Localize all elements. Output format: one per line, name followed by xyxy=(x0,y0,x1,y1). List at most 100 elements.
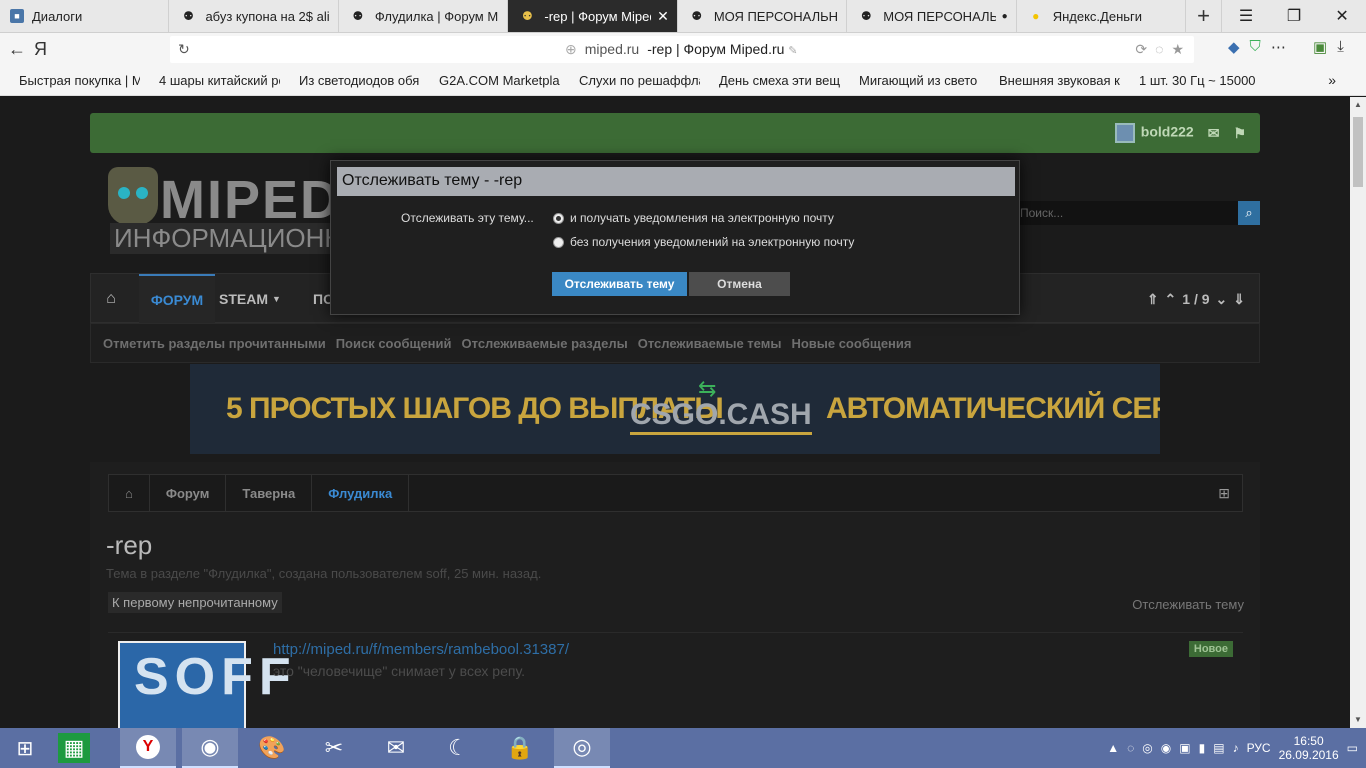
paint-icon[interactable]: 🎨 xyxy=(244,728,300,768)
post-link[interactable]: http://miped.ru/f/members/rambebool.3138… xyxy=(273,641,569,658)
windows-start-icon[interactable]: ⊞ xyxy=(0,728,50,768)
back-arrow-icon[interactable]: ← xyxy=(0,39,34,60)
watched-forums-link[interactable]: Отслеживаемые разделы xyxy=(462,336,628,351)
tab-yandex-money[interactable]: ● Яндекс.Деньги xyxy=(1017,0,1187,32)
tray-battery-icon[interactable]: ▮ xyxy=(1199,741,1206,755)
tab-title: -rep | Форум Miped xyxy=(544,8,652,24)
steam-icon[interactable]: ◉ xyxy=(182,728,238,768)
notifications-icon[interactable]: ▭ xyxy=(1347,741,1358,755)
first-unread-button[interactable]: К первому непрочитанному xyxy=(108,592,282,613)
close-window-icon[interactable]: ✕ xyxy=(1318,0,1366,32)
new-tab-button[interactable]: + xyxy=(1186,0,1223,32)
edit-pencil-icon[interactable]: ✎ xyxy=(788,45,797,57)
watch-thread-button[interactable]: Отслеживать тему xyxy=(552,272,687,296)
reload-icon[interactable]: ↻ xyxy=(178,41,190,58)
ad-banner[interactable]: 5 ПРОСТЫХ ШАГОВ ДО ВЫПЛАТЫ ⇆ CSGO.CASH А… xyxy=(190,364,1160,454)
bookmark-item[interactable]: Быстрая покупка | М xyxy=(0,73,140,88)
app-c-icon[interactable]: ☾ xyxy=(430,728,486,768)
store-icon[interactable]: ▦ xyxy=(58,733,90,763)
page-scrollbar[interactable]: ▲ ▼ xyxy=(1350,97,1366,728)
bookmark-item[interactable]: Слухи по решаффла xyxy=(560,73,700,88)
scroll-up-icon[interactable]: ▲ xyxy=(1354,100,1362,109)
menu-icon[interactable]: ☰ xyxy=(1222,0,1270,32)
page-counter[interactable]: 1 / 9 xyxy=(1182,291,1209,307)
adguard-shield-icon[interactable]: ⛉ xyxy=(1250,38,1261,56)
scrollbar-thumb[interactable] xyxy=(1353,117,1363,187)
tab-abuz[interactable]: ⚉ абуз купона на 2$ alie xyxy=(169,0,339,32)
home-icon[interactable]: ⌂ xyxy=(91,274,131,324)
cancel-button[interactable]: Отмена xyxy=(689,272,790,296)
mark-forums-read-link[interactable]: Отметить разделы прочитанными xyxy=(103,336,326,351)
search-messages-link[interactable]: Поиск сообщений xyxy=(336,336,452,351)
tray-expand-icon[interactable]: ▲ xyxy=(1107,741,1119,755)
option-with-email[interactable]: и получать уведомления на электронную по… xyxy=(553,211,834,225)
search-icon[interactable]: ⌕ xyxy=(1238,201,1260,225)
breadcrumb-item-current[interactable]: Флудилка xyxy=(312,474,410,512)
address-input[interactable]: ↻ ⊕ miped.ru -rep | Форум Miped.ru ✎ ⟳ ◌ ★ xyxy=(170,36,1194,63)
yandex-logo[interactable]: Я xyxy=(34,39,62,60)
watched-threads-link[interactable]: Отслеживаемые темы xyxy=(638,336,782,351)
breadcrumb-item[interactable]: Форум xyxy=(150,474,227,512)
sync-icon[interactable]: ⟳ xyxy=(1135,41,1147,58)
restore-window-icon[interactable]: ❐ xyxy=(1270,0,1318,32)
tray-torrent-icon[interactable]: ◎ xyxy=(1142,741,1152,755)
more-icon[interactable]: ⋯ xyxy=(1271,38,1286,56)
language-indicator[interactable]: РУС xyxy=(1247,741,1271,755)
volume-icon[interactable]: ♪ xyxy=(1233,741,1239,755)
snipping-tool-icon[interactable]: ✂ xyxy=(306,728,362,768)
dota-extension-icon[interactable]: ◆ xyxy=(1228,38,1240,56)
tray-steam-icon[interactable]: ◉ xyxy=(1161,741,1171,755)
breadcrumb-home-icon[interactable]: ⌂ xyxy=(109,474,150,512)
tab-steam[interactable]: STEAM ▼ xyxy=(219,274,281,324)
bookmark-item[interactable]: 4 шары китайский ре xyxy=(140,73,280,88)
tray-network-icon[interactable]: ▣ xyxy=(1179,741,1190,755)
envelope-icon[interactable]: ✉ xyxy=(1208,125,1220,142)
search-input[interactable]: Поиск... xyxy=(1010,201,1238,225)
tab-personal-2[interactable]: ⚉ МОЯ ПЕРСОНАЛЬН ● xyxy=(847,0,1017,32)
first-page-icon[interactable]: ⇑ xyxy=(1147,291,1159,308)
radio-selected[interactable] xyxy=(553,212,564,224)
system-tray: ▲ ◌ ◎ ◉ ▣ ▮ ▤ ♪ РУС 16:50 26.09.2016 ▭ xyxy=(1107,728,1366,768)
gallery-icon[interactable]: ▣ xyxy=(1313,38,1327,56)
download-icon[interactable]: ⤓ xyxy=(1337,38,1344,56)
scroll-down-icon[interactable]: ▼ xyxy=(1354,715,1362,724)
tab-fludilka[interactable]: ⚉ Флудилка | Форум Mip xyxy=(339,0,509,32)
lock-app-icon[interactable]: 🔒 xyxy=(492,728,548,768)
last-page-icon[interactable]: ⇓ xyxy=(1233,291,1245,308)
option-without-email[interactable]: без получения уведомлений на электронную… xyxy=(553,235,854,249)
user-account[interactable]: bold222 xyxy=(1114,123,1194,143)
more-bookmarks-button[interactable]: » xyxy=(1328,72,1336,88)
tray-app-icon[interactable]: ◌ xyxy=(1127,741,1134,755)
clock[interactable]: 16:50 26.09.2016 xyxy=(1279,734,1339,762)
thunderbird-icon[interactable]: ✉ xyxy=(368,728,424,768)
bookmark-item[interactable]: Из светодиодов обя xyxy=(280,73,420,88)
tab-title: МОЯ ПЕРСОНАЛЬНАЯ xyxy=(713,8,839,24)
radio-unselected[interactable] xyxy=(553,236,564,248)
bookmark-item[interactable]: 1 шт. 30 Гц ~ 15000 Г xyxy=(1120,73,1260,88)
bookmark-item[interactable]: G2A.COM Marketplac xyxy=(420,73,560,88)
bookmark-star-icon[interactable]: ★ xyxy=(1171,41,1184,58)
site-logo[interactable]: MIPED ИНФОРМАЦИОННЫ xyxy=(108,167,371,257)
prev-page-icon[interactable]: ⌃ xyxy=(1165,291,1177,308)
watch-thread-link[interactable]: Отслеживать тему xyxy=(1132,597,1244,612)
sitemap-icon[interactable]: ⊞ xyxy=(1218,485,1230,502)
bookmark-item[interactable]: День смеха эти вещи xyxy=(700,73,840,88)
omnibox-actions: ⟳ ◌ ★ xyxy=(1135,41,1184,58)
tab-forum[interactable]: ФОРУМ xyxy=(139,274,215,324)
close-tab-icon[interactable]: ✕ xyxy=(657,8,669,25)
new-posts-link[interactable]: Новые сообщения xyxy=(791,336,911,351)
breadcrumb-item[interactable]: Таверна xyxy=(226,474,313,512)
tab-personal-1[interactable]: ⚉ МОЯ ПЕРСОНАЛЬНАЯ xyxy=(678,0,848,32)
bookmark-item[interactable]: Внешняя звуковая ка xyxy=(980,73,1120,88)
lightbulb-icon[interactable]: ◌ xyxy=(1155,41,1163,58)
avatar[interactable]: SOFF xyxy=(118,641,291,728)
yandex-browser-icon[interactable]: Y xyxy=(120,728,176,768)
windows-taskbar: ⊞ ▦ Y ◉ 🎨 ✂ ✉ ☾ 🔒 ◎ ▲ ◌ ◎ ◉ ▣ ▮ ▤ ♪ РУС … xyxy=(0,728,1366,768)
next-page-icon[interactable]: ⌄ xyxy=(1216,291,1228,308)
flag-icon[interactable]: ⚑ xyxy=(1233,125,1246,142)
tab-rep-active[interactable]: ⚉ -rep | Форум Miped ✕ xyxy=(508,0,678,32)
tray-signal-icon[interactable]: ▤ xyxy=(1213,741,1224,755)
tab-dialogs[interactable]: ■ Диалоги xyxy=(0,0,170,32)
bookmark-item[interactable]: Мигающий из свето xyxy=(840,73,980,88)
torrent-icon[interactable]: ◎ xyxy=(554,728,610,768)
